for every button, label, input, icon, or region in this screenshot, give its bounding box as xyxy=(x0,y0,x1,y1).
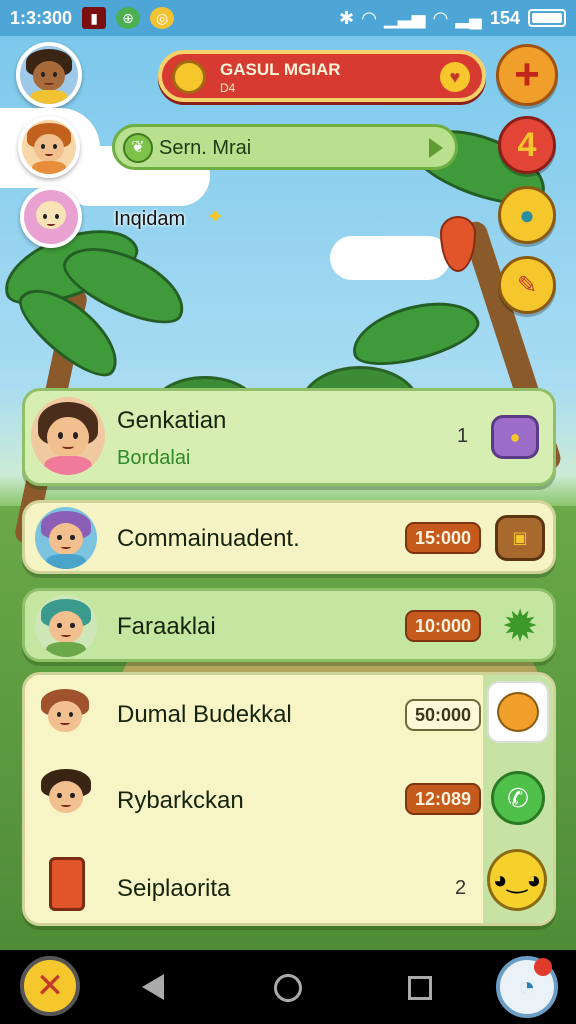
list-item[interactable]: Commainuadent. 15:000 ▣ xyxy=(22,500,556,574)
coin-notification-icon: ◎ xyxy=(150,7,175,29)
list-item[interactable]: Faraaklai 10:000 ✹ xyxy=(22,588,556,662)
status-time: 1:3:300 xyxy=(10,7,73,28)
character-avatar xyxy=(31,397,105,475)
app-notification-icon: ▮ xyxy=(82,7,107,29)
star-icon: ✦ xyxy=(206,204,225,229)
item-count: 1 xyxy=(457,425,469,447)
item-count: 2 xyxy=(455,877,467,899)
character-avatar xyxy=(35,685,95,745)
leaf-icon: ❦ xyxy=(123,133,153,163)
bear-app-icon[interactable] xyxy=(487,681,549,743)
phone-chat-icon[interactable]: ✆ xyxy=(491,771,545,825)
back-button[interactable] xyxy=(142,974,164,1000)
battery-icon xyxy=(528,9,566,27)
notifications-count-button[interactable]: 4 xyxy=(498,116,556,174)
coin-icon xyxy=(172,60,206,94)
friend-avatar[interactable] xyxy=(18,116,80,178)
item-title: Genkatian xyxy=(117,407,227,434)
top-banner[interactable]: GASUL MGIAR D4 ♥ xyxy=(158,50,486,102)
recents-button[interactable] xyxy=(408,976,432,1000)
drink-icon xyxy=(49,857,85,911)
wifi-icon: ◠ xyxy=(362,7,376,28)
player-avatar[interactable] xyxy=(16,42,82,108)
navigation-bar: ✕ ◔ xyxy=(0,950,576,1024)
chat-bubble-button[interactable]: ● xyxy=(498,186,556,244)
item-title: Faraaklai xyxy=(117,613,216,640)
item-subtitle: Bordalai xyxy=(117,447,191,469)
item-title: Rybarkckan xyxy=(117,787,244,814)
status-bar: 1:3:300 ▮ ⊕ ◎ ✱ ◠ ▁▃▅ ◠ ▂▄ 154 xyxy=(0,0,576,36)
battery-percent: 154 xyxy=(489,7,520,28)
add-button[interactable]: + xyxy=(496,44,558,106)
item-title: Seiplaorita xyxy=(117,875,231,902)
star-burst-icon[interactable]: ✹ xyxy=(495,601,545,651)
character-avatar xyxy=(35,507,97,569)
time-badge: 15:000 xyxy=(405,522,481,554)
list-item[interactable]: Dumal Budekkal 50:000 xyxy=(25,675,553,755)
quill-button[interactable]: ✎ xyxy=(498,256,556,314)
wifi-icon-2: ◠ xyxy=(433,7,448,28)
smiley-pet-icon[interactable]: ◕‿◕ xyxy=(487,849,547,911)
time-badge: 12:089 xyxy=(405,783,481,815)
status-label: Inqidam xyxy=(114,208,186,230)
chat-icon: ● xyxy=(519,199,535,230)
banner-title: GASUL MGIAR xyxy=(220,60,341,79)
character-avatar xyxy=(35,595,97,657)
time-badge: 50:000 xyxy=(405,699,481,731)
list-item[interactable]: Rybarkckan 12:089 ✆ xyxy=(25,759,553,839)
search-pill-text: Sern. Mrai xyxy=(159,137,252,159)
banner-subtitle: D4 xyxy=(220,81,236,95)
signal-icon-2: ▂▄ xyxy=(455,7,482,28)
list-item[interactable]: Genkatian Bordalai 1 ● xyxy=(22,388,556,486)
treasure-chest-icon[interactable]: ▣ xyxy=(495,515,545,561)
game-notification-icon: ⊕ xyxy=(116,7,141,29)
notification-dot xyxy=(534,958,552,976)
puzzle-icon[interactable]: ● xyxy=(491,415,539,459)
character-avatar xyxy=(35,765,97,827)
cloud xyxy=(330,236,450,280)
home-button[interactable] xyxy=(274,974,302,1002)
game-menu-button[interactable]: ✕ xyxy=(20,956,80,1016)
pet-avatar[interactable] xyxy=(20,186,82,248)
list-item[interactable]: Seiplaorita 2 ◕‿◕ xyxy=(25,845,553,925)
palm-leaf xyxy=(345,290,485,376)
heart-icon: ♥ xyxy=(440,62,470,92)
play-icon xyxy=(429,138,443,158)
quill-icon: ✎ xyxy=(516,271,538,299)
signal-icon: ▁▃▅ xyxy=(383,7,426,28)
item-title: Commainuadent. xyxy=(117,525,300,552)
bluetooth-icon: ✱ xyxy=(339,7,355,28)
contact-list-panel: Dumal Budekkal 50:000 Rybarkckan 12:089 … xyxy=(22,672,556,926)
item-title: Dumal Budekkal xyxy=(117,701,292,728)
search-pill[interactable]: ❦ Sern. Mrai xyxy=(112,124,458,170)
time-badge: 10:000 xyxy=(405,610,481,642)
